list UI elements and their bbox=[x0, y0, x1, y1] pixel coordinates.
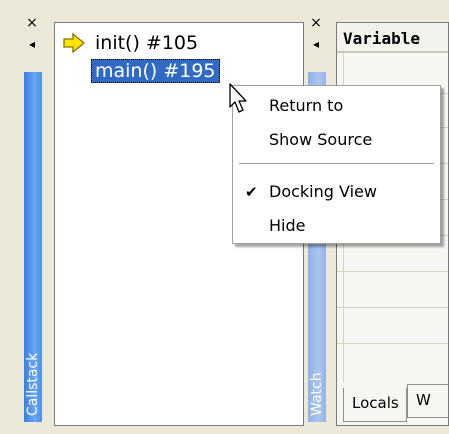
menu-item-return-to[interactable]: Return to bbox=[233, 90, 440, 122]
variables-column-header[interactable]: Variable bbox=[337, 23, 448, 53]
checkmark-icon: ✔ bbox=[245, 183, 258, 201]
watch-close-button[interactable]: × bbox=[306, 16, 326, 30]
menu-item-label: Hide bbox=[269, 216, 306, 235]
callstack-sidebar-label: Callstack bbox=[25, 352, 41, 416]
menu-item-show-source[interactable]: Show Source bbox=[233, 124, 440, 156]
menu-item-hide[interactable]: Hide bbox=[233, 210, 440, 242]
tab-locals[interactable]: Locals bbox=[343, 388, 407, 422]
menu-separator bbox=[239, 163, 434, 164]
callstack-close-button[interactable]: × bbox=[22, 16, 42, 30]
callstack-frame-init[interactable]: init() #105 bbox=[95, 31, 198, 55]
mouse-pointer-icon bbox=[229, 83, 249, 115]
menu-item-label: Docking View bbox=[269, 182, 377, 201]
tab-watch[interactable]: W bbox=[407, 384, 448, 418]
menu-item-label: Return to bbox=[269, 96, 344, 115]
watch-collapse-arrow-icon[interactable]: ◂ bbox=[306, 38, 326, 50]
watch-sidebar-label: Watch bbox=[309, 372, 325, 416]
menu-item-docking-view[interactable]: ✔ Docking View bbox=[233, 176, 440, 208]
callstack-collapse-arrow-icon[interactable]: ◂ bbox=[22, 38, 42, 50]
menu-item-label: Show Source bbox=[269, 130, 373, 149]
context-menu: Return to Show Source ✔ Docking View Hid… bbox=[232, 85, 441, 244]
callstack-frame-main[interactable]: main() #195 bbox=[91, 59, 220, 83]
callstack-sidebar-tab[interactable]: Callstack bbox=[24, 72, 42, 422]
yellow-right-arrow-icon bbox=[63, 32, 86, 54]
